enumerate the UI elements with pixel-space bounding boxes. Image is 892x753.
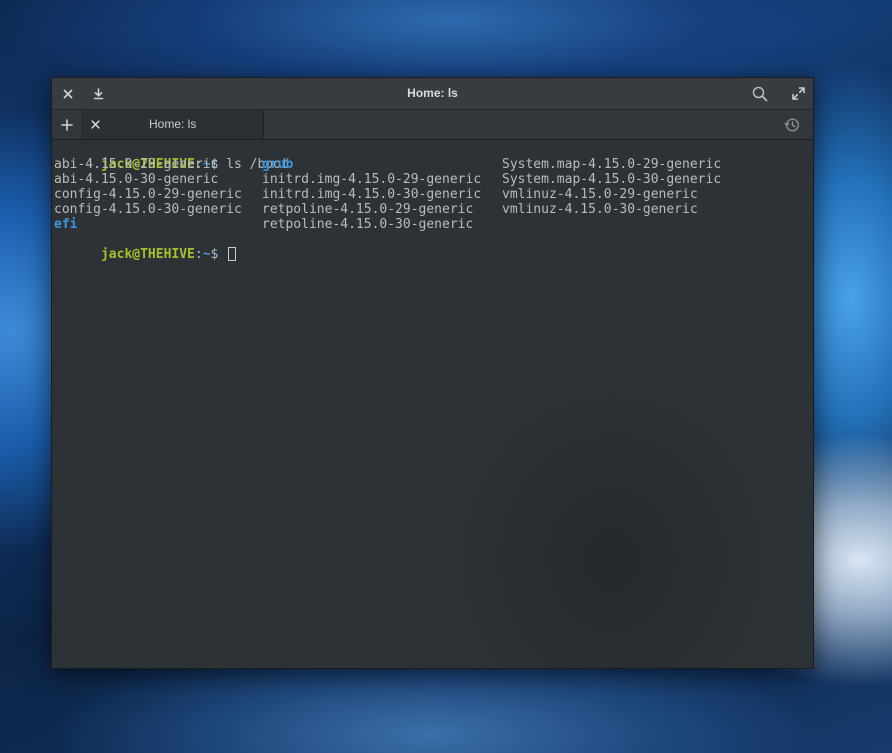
maximize-icon[interactable] [783, 78, 813, 109]
file-entry: config-4.15.0-29-generic [54, 187, 242, 202]
file-entry: System.map-4.15.0-30-generic [502, 172, 722, 187]
title-bar[interactable]: Home: ls [52, 78, 813, 110]
file-entry: abi-4.15.0-30-generic [54, 172, 219, 187]
file-entry: System.map-4.15.0-29-generic [502, 157, 722, 172]
list-row: config-4.15.0-30-generic retpoline-4.15.… [54, 202, 754, 217]
file-entry: config-4.15.0-30-generic [54, 202, 242, 217]
list-row: abi-4.15.0-30-generic initrd.img-4.15.0-… [54, 172, 754, 187]
file-entry: vmlinuz-4.15.0-29-generic [502, 187, 698, 202]
file-entry: retpoline-4.15.0-30-generic [262, 217, 474, 232]
file-entry: initrd.img-4.15.0-30-generic [262, 187, 482, 202]
file-entry: vmlinuz-4.15.0-30-generic [502, 202, 698, 217]
list-row: efi retpoline-4.15.0-30-generic [54, 217, 754, 232]
search-icon[interactable] [745, 78, 775, 109]
plus-icon [61, 118, 73, 131]
command-text [218, 247, 226, 262]
terminal-window: Home: ls Home: ls jack@THEHIVE:~$ ls /bo… [51, 77, 814, 669]
file-entry: retpoline-4.15.0-29-generic [262, 202, 474, 217]
prompt-user: jack@THEHIVE [100, 247, 195, 262]
prompt-line: jack@THEHIVE:~$ ls /boot [54, 142, 289, 172]
tab-home-ls[interactable]: Home: ls [83, 110, 264, 139]
file-entry: abi-4.15.0-29-generic [54, 157, 219, 172]
dir-entry: efi [54, 217, 78, 232]
file-entry: initrd.img-4.15.0-29-generic [262, 172, 482, 187]
list-row: config-4.15.0-29-generic initrd.img-4.15… [54, 187, 754, 202]
prompt-line: jack@THEHIVE:~$ [54, 232, 237, 262]
tab-label: Home: ls [149, 117, 197, 131]
terminal-output[interactable]: jack@THEHIVE:~$ ls /boot abi-4.15.0-29-g… [52, 140, 813, 668]
new-tab-button[interactable] [52, 110, 83, 139]
prompt-separator: : [194, 247, 203, 262]
close-icon[interactable] [83, 110, 107, 139]
list-row: abi-4.15.0-29-generic grub System.map-4.… [54, 157, 754, 172]
tab-bar: Home: ls [52, 110, 813, 140]
text-cursor [228, 247, 237, 261]
window-title: Home: ls [407, 86, 458, 100]
prompt-path: ~ [202, 247, 211, 262]
dir-entry: grub [262, 157, 294, 172]
history-icon[interactable] [777, 110, 807, 139]
